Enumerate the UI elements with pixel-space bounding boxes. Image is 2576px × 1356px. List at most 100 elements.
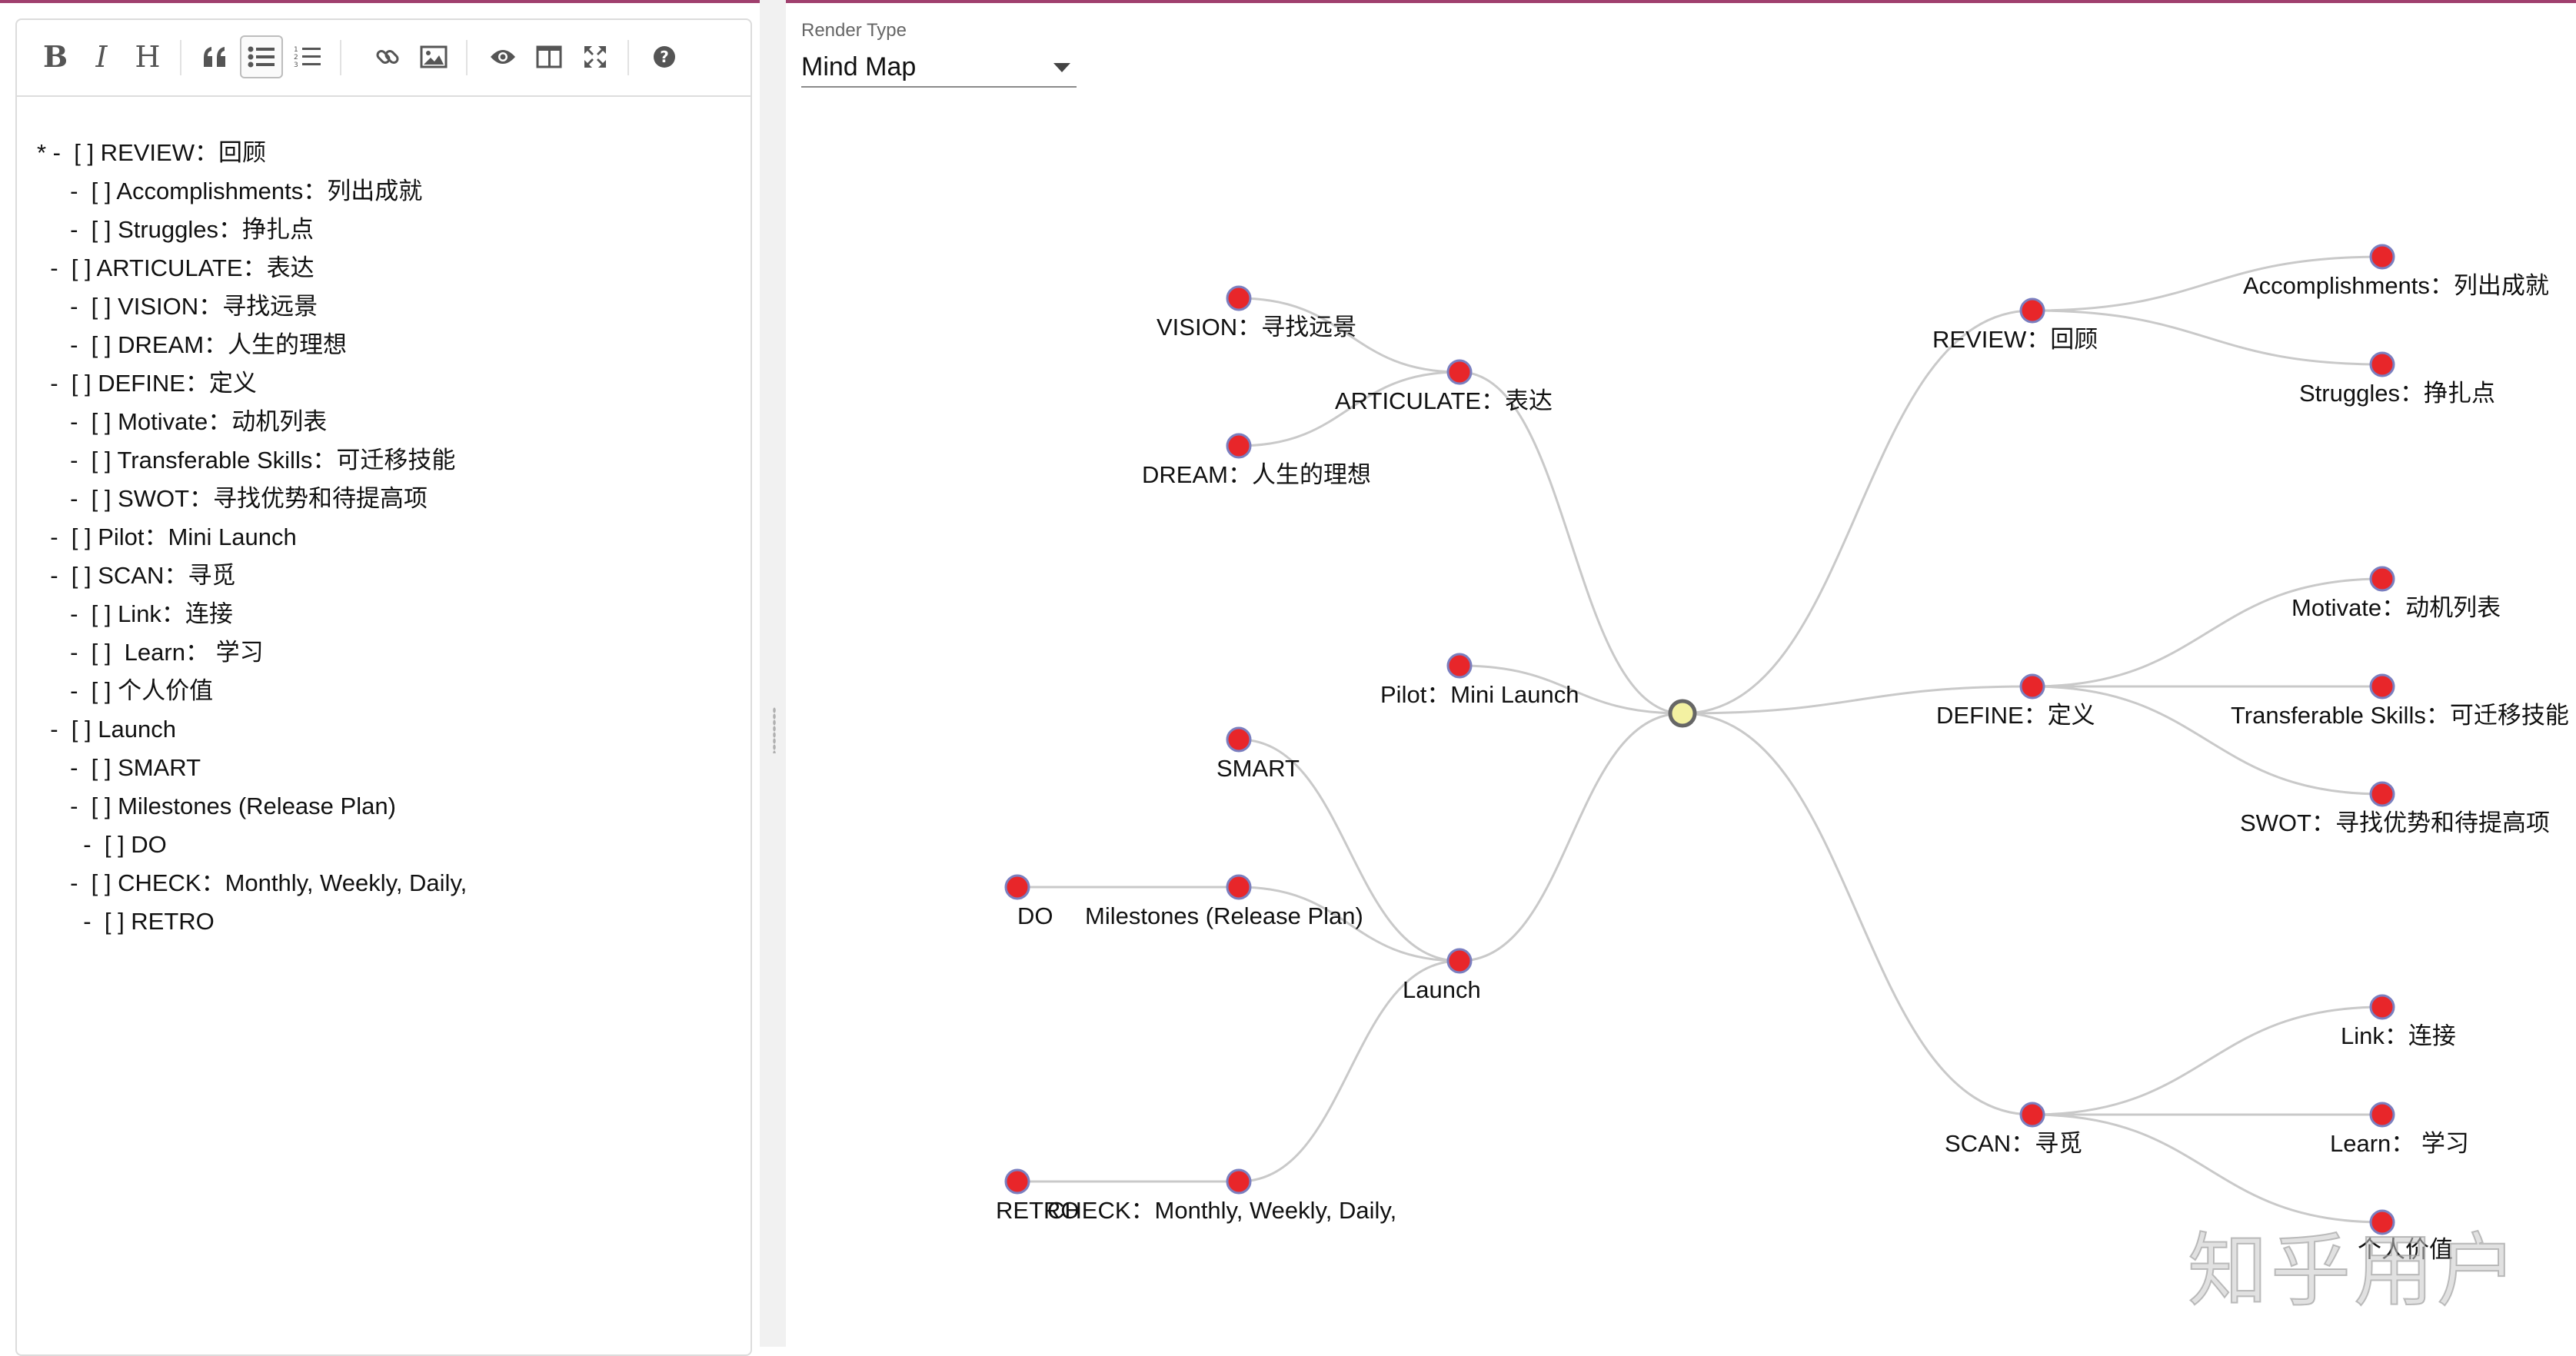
node-scan[interactable]: [2019, 1102, 2045, 1128]
editor-line[interactable]: - [ ] Milestones (Release Plan): [37, 787, 744, 826]
node-transferable[interactable]: [2369, 673, 2395, 700]
eye-icon: [491, 50, 515, 64]
node-label-learn: Learn： 学习: [2330, 1130, 2469, 1157]
editor-line[interactable]: - [ ] RETRO: [37, 902, 744, 941]
columns-icon: [536, 45, 562, 68]
editor-line[interactable]: - [ ] Motivate：动机列表: [37, 403, 744, 441]
preview-button[interactable]: [481, 35, 524, 78]
svg-text:3: 3: [294, 61, 298, 69]
node-label-transferable: Transferable Skills：可迁移技能: [2231, 702, 2569, 729]
editor-line[interactable]: - [ ] Transferable Skills：可迁移技能: [37, 441, 744, 480]
pane-splitter[interactable]: [760, 0, 786, 1347]
unordered-list-button[interactable]: [240, 35, 283, 78]
editor-line[interactable]: - [ ] SWOT：寻找优势和待提高项: [37, 480, 744, 518]
node-define[interactable]: [2019, 673, 2045, 700]
toolbar-separator: [627, 40, 629, 75]
editor-line[interactable]: - [ ] Struggles：挣扎点: [37, 211, 744, 249]
link-root-articulate: [1459, 371, 1683, 715]
node-motivate[interactable]: [2369, 566, 2395, 592]
node-retro[interactable]: [1004, 1168, 1030, 1195]
editor-line[interactable]: - [ ] Accomplishments：列出成就: [37, 172, 744, 211]
node-label-smart: SMART: [1216, 755, 1300, 782]
bold-button[interactable]: B: [34, 35, 77, 78]
node-label-scan: SCAN：寻觅: [1945, 1130, 2082, 1157]
editor-line[interactable]: - [ ] Pilot：Mini Launch: [37, 518, 744, 557]
editor-toolbar: B I H 123 ?: [17, 20, 751, 97]
node-label-dream: DREAM：人生的理想: [1142, 461, 1371, 488]
node-smart[interactable]: [1226, 726, 1252, 753]
editor-line[interactable]: - [ ] DO: [37, 826, 744, 864]
link-icon: [376, 50, 399, 64]
node-label-define: DEFINE：定义: [1936, 702, 2095, 729]
node-articulate[interactable]: [1446, 359, 1473, 385]
side-by-side-button[interactable]: [528, 35, 571, 78]
node-link[interactable]: [2369, 994, 2395, 1020]
fullscreen-icon: [584, 46, 606, 68]
editor-line[interactable]: - [ ] CHECK：Monthly, Weekly, Daily,: [37, 864, 744, 902]
node-learn[interactable]: [2369, 1102, 2395, 1128]
node-milestones[interactable]: [1226, 874, 1252, 900]
node-label-motivate: Motivate：动机列表: [2291, 594, 2501, 621]
italic-button[interactable]: I: [80, 35, 123, 78]
fullscreen-button[interactable]: [574, 35, 617, 78]
node-swot[interactable]: [2369, 781, 2395, 807]
toolbar-separator: [180, 40, 181, 75]
numbered-list-icon: 123: [294, 46, 321, 69]
editor-line[interactable]: - [ ] Launch: [37, 710, 744, 749]
node-label-link: Link：连接: [2341, 1022, 2456, 1049]
node-label-swot: SWOT：寻找优势和待提高项: [2240, 809, 2550, 836]
svg-text:2: 2: [294, 54, 298, 61]
node-dream[interactable]: [1226, 433, 1252, 459]
link-root-launch: [1459, 712, 1683, 962]
bold-icon: B: [42, 39, 68, 74]
node-accomplishments[interactable]: [2369, 244, 2395, 270]
editor-line[interactable]: - [ ] VISION：寻找远景: [37, 287, 744, 326]
node-do[interactable]: [1004, 874, 1030, 900]
node-label-vision: VISION：寻找远景: [1157, 314, 1356, 341]
help-button[interactable]: ?: [643, 35, 686, 78]
image-button[interactable]: [412, 35, 455, 78]
heading-button[interactable]: H: [126, 35, 169, 78]
quote-button[interactable]: [194, 35, 237, 78]
node-label-struggles: Struggles：挣扎点: [2299, 380, 2495, 407]
node-label-launch: Launch: [1403, 976, 1481, 1003]
node-review[interactable]: [2019, 297, 2045, 324]
mind-map-canvas[interactable]: REVIEW：回顾 Accomplishments：列出成就 Struggles…: [786, 0, 2576, 1347]
link-button[interactable]: [366, 35, 409, 78]
node-label-milestones: Milestones (Release Plan): [1085, 902, 1363, 929]
heading-icon: H: [135, 40, 161, 74]
toolbar-separator: [466, 40, 468, 75]
editor-line[interactable]: - [ ] SCAN：寻觅: [37, 557, 744, 595]
markdown-text-area[interactable]: * - [ ] REVIEW：回顾 - [ ] Accomplishments：…: [37, 134, 744, 941]
node-label-accomplishments: Accomplishments：列出成就: [2243, 272, 2549, 299]
node-label-retro: RETRO: [996, 1197, 1080, 1224]
editor-line[interactable]: - [ ] DEFINE：定义: [37, 364, 744, 403]
editor-line[interactable]: - [ ] DREAM：人生的理想: [37, 326, 744, 364]
node-struggles[interactable]: [2369, 351, 2395, 377]
editor-line[interactable]: - [ ] 个人价值: [37, 672, 744, 710]
link-scan-link: [2032, 1005, 2383, 1116]
toolbar-separator: [340, 40, 341, 75]
editor-line[interactable]: - [ ] Link：连接: [37, 595, 744, 633]
node-check[interactable]: [1226, 1168, 1252, 1195]
root-node[interactable]: [1668, 699, 1697, 728]
editor-line[interactable]: - [ ] SMART: [37, 749, 744, 787]
ordered-list-button[interactable]: 123: [286, 35, 329, 78]
editor-line[interactable]: - [ ] ARTICULATE：表达: [37, 249, 744, 287]
image-icon: [420, 45, 448, 68]
editor-line[interactable]: * - [ ] REVIEW：回顾: [37, 134, 744, 172]
node-launch[interactable]: [1446, 948, 1473, 974]
mind-map-nodes: [1004, 244, 2395, 1235]
question-circle-icon: ?: [654, 46, 675, 68]
mind-map-links: [1017, 255, 2383, 1224]
quote-icon: [204, 47, 225, 67]
node-pilot[interactable]: [1446, 653, 1473, 679]
splitter-grip[interactable]: [773, 707, 776, 753]
italic-icon: I: [95, 40, 108, 74]
svg-text:1: 1: [294, 46, 298, 54]
editor-line[interactable]: - [ ] Learn： 学习: [37, 633, 744, 672]
node-vision[interactable]: [1226, 285, 1252, 311]
markdown-editor[interactable]: B I H 123 ? * - [] REVIEW：回顾 - [] Acco…: [15, 18, 752, 1356]
node-label-check: CHECK：Monthly, Weekly, Daily,: [1047, 1197, 1396, 1224]
node-label-articulate: ARTICULATE：表达: [1335, 387, 1553, 414]
